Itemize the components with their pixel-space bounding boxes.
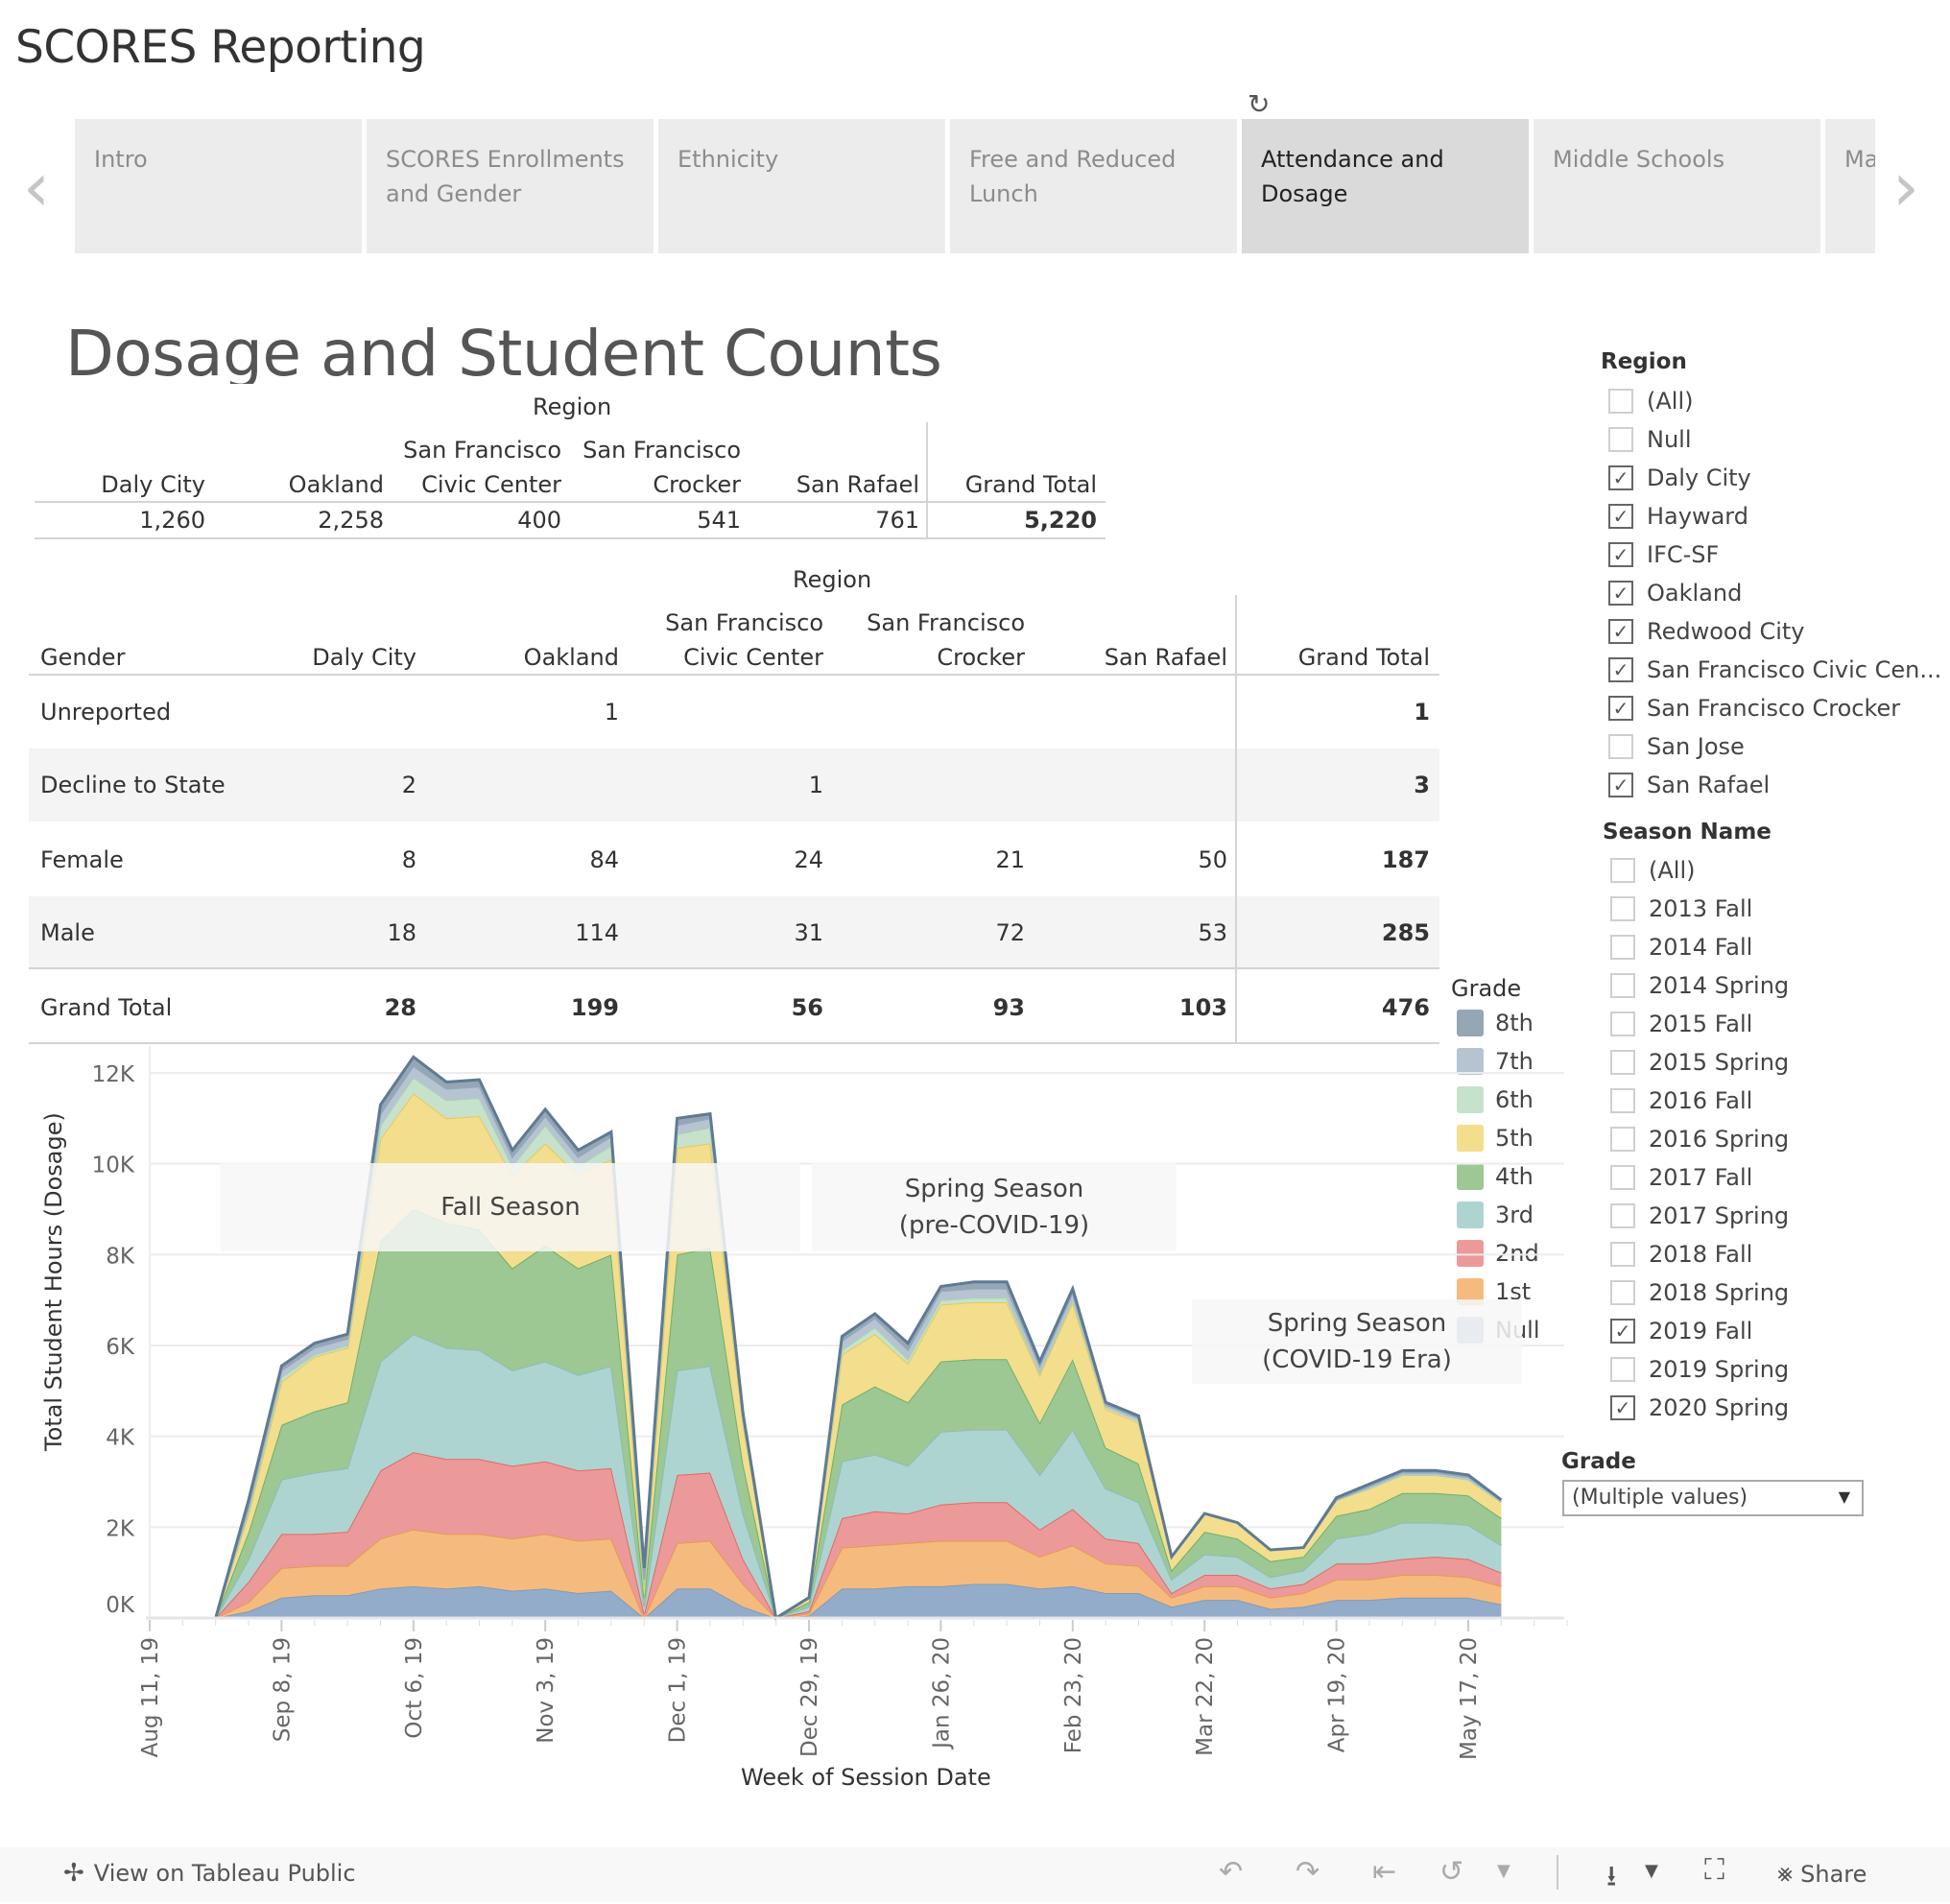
season-annotation: Spring Season (COVID-19 Era): [1192, 1299, 1522, 1384]
x-axis-title: Week of Session Date: [741, 1764, 991, 1791]
x-tick-label: Dec 1, 19: [666, 1637, 691, 1743]
x-tick-label: Jan 26, 20: [929, 1637, 954, 1750]
x-tick-label: Mar 22, 20: [1193, 1637, 1218, 1756]
y-tick-label: 2K: [106, 1516, 135, 1541]
x-tick-label: Nov 3, 19: [534, 1637, 559, 1744]
x-tick-label: Aug 11, 19: [138, 1637, 163, 1757]
y-tick-label: 6K: [106, 1335, 135, 1360]
x-tick-label: Sep 8, 19: [270, 1637, 295, 1742]
share-icon: ⨳: [1777, 1859, 1794, 1888]
season-annotation: Spring Season (pre-COVID-19): [812, 1163, 1177, 1251]
share-label: Share: [1800, 1860, 1867, 1888]
footer-toolbar: ✢ View on Tableau Public ↶ ↷ ⇤ ↺ ▼ ⭳ ▼ ⛶…: [0, 1847, 1950, 1902]
x-tick-label: Dec 29, 19: [797, 1637, 822, 1757]
share-button[interactable]: ⨳ Share: [1777, 1859, 1867, 1889]
pause-dropdown-icon[interactable]: ▼: [1497, 1861, 1510, 1881]
dosage-area-chart: 0K 2K 4K 6K 8K 10K 12K Aug 11, 19 Sep 8, 19 Oct 6…: [92, 1046, 1568, 1760]
refresh-data-icon[interactable]: ↺: [1439, 1855, 1463, 1889]
y-tick-label: 0K: [106, 1593, 135, 1618]
divider: [1557, 1855, 1558, 1890]
y-tick-label: 10K: [92, 1154, 135, 1178]
x-tick-label: Apr 19, 20: [1325, 1637, 1350, 1752]
view-on-public-label: View on Tableau Public: [93, 1860, 356, 1887]
y-tick-label: 12K: [92, 1062, 135, 1087]
download-dropdown-icon[interactable]: ▼: [1645, 1861, 1658, 1881]
view-on-tableau-public-link[interactable]: ✢ View on Tableau Public: [63, 1859, 356, 1888]
tableau-logo-icon: ✢: [63, 1859, 84, 1888]
download-icon[interactable]: ⭳: [1606, 1855, 1617, 1904]
revert-icon[interactable]: ⇤: [1372, 1855, 1396, 1889]
season-annotation: Fall Season: [221, 1163, 800, 1251]
x-tick-label: Feb 23, 20: [1061, 1637, 1086, 1753]
x-tick-label: Oct 6, 19: [402, 1637, 427, 1739]
x-tick-label: May 17, 20: [1457, 1637, 1482, 1760]
undo-icon[interactable]: ↶: [1219, 1855, 1243, 1889]
y-axis-title: Total Student Hours (Dosage): [40, 1112, 67, 1451]
y-tick-label: 8K: [106, 1244, 135, 1269]
y-tick-label: 4K: [106, 1426, 135, 1451]
redo-icon[interactable]: ↷: [1296, 1855, 1320, 1889]
fullscreen-icon[interactable]: ⛶: [1704, 1853, 1724, 1887]
